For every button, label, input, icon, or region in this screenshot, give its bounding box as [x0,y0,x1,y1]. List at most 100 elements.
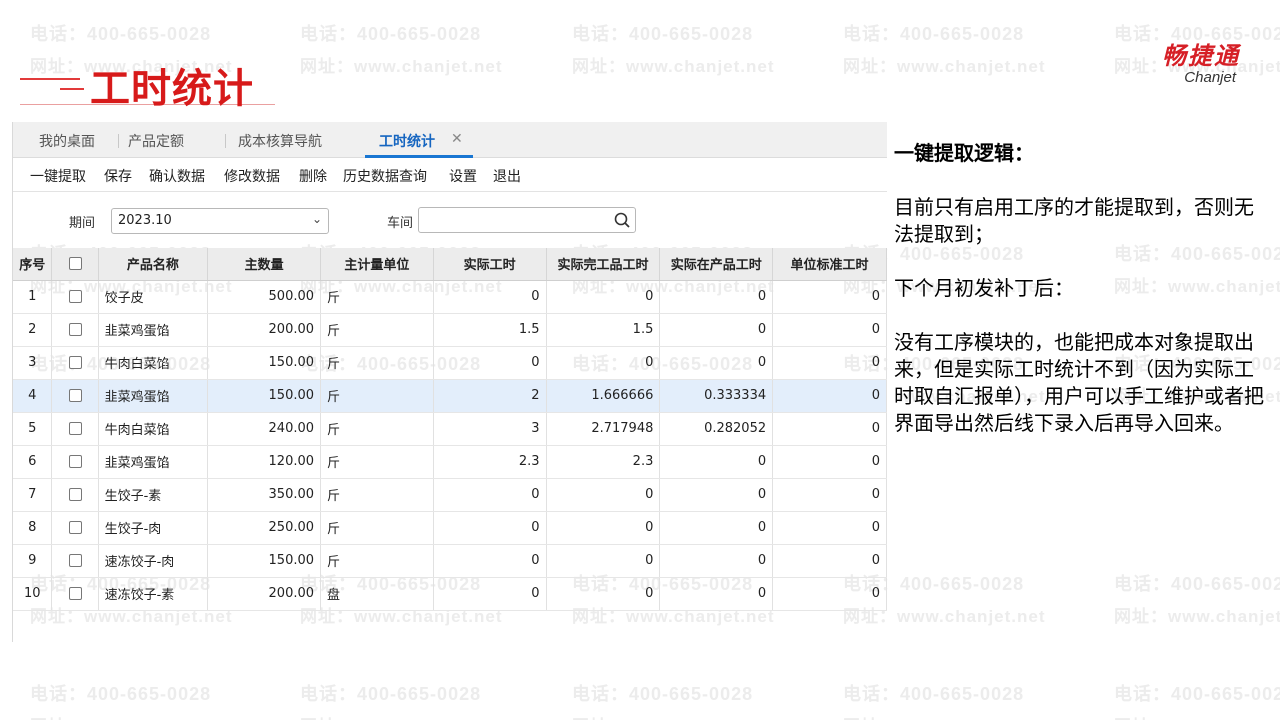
row-checkbox[interactable] [51,511,99,545]
table-cell: 斤 [320,412,434,446]
chanjet-logo: 畅捷通 Chanjet [1110,36,1240,86]
table-cell: 0 [659,544,774,578]
watermark-url: 网址：www.chanjet.net [843,712,1046,720]
table-cell: 0 [659,280,774,314]
confirm-data-button[interactable]: 确认数据 [149,166,205,186]
period-select[interactable]: 2023.10 ⌄ [111,208,329,234]
table-cell: 0 [546,544,661,578]
history-query-button[interactable]: 历史数据查询 [343,166,427,186]
watermark-url: 网址：www.chanjet.net [572,712,775,720]
select-all-checkbox[interactable] [51,248,99,281]
watermark-text: 电话：400-665-0028 网址：www.chanjet.net [300,680,503,720]
row-checkbox[interactable] [51,313,99,347]
table-cell: 0 [433,280,547,314]
watermark-url: 网址：www.chanjet.net [843,57,1046,76]
table-cell: 韭菜鸡蛋馅 [98,445,209,479]
table-cell: 0 [772,412,887,446]
exit-button[interactable]: 退出 [493,166,521,186]
table-cell: 9 [13,544,53,578]
table-cell: 0 [659,577,774,611]
table-cell: 10 [13,577,53,611]
table-row[interactable]: 3 牛肉白菜馅 150.00 斤 0 0 0 0 [13,346,887,380]
table-cell: 斤 [320,445,434,479]
table-cell: 1.5 [546,313,661,347]
table-cell: 200.00 [207,313,322,347]
table-cell: 0 [772,445,887,479]
header-deco-line [20,78,80,80]
modify-data-button[interactable]: 修改数据 [224,166,280,186]
row-checkbox[interactable] [51,544,99,578]
tab-cost-nav[interactable]: 成本核算导航 [238,131,322,151]
extract-button[interactable]: 一键提取 [30,166,86,186]
settings-button[interactable]: 设置 [449,166,477,186]
table-cell: 150.00 [207,379,322,413]
table-row[interactable]: 1 饺子皮 500.00 斤 0 0 0 0 [13,280,887,314]
table-row[interactable]: 8 生饺子-肉 250.00 斤 0 0 0 0 [13,511,887,545]
row-checkbox[interactable] [51,379,99,413]
search-icon[interactable] [613,211,631,233]
tab-labor-hours[interactable]: 工时统计 [379,131,435,151]
table-row[interactable]: 6 韭菜鸡蛋馅 120.00 斤 2.3 2.3 0 0 [13,445,887,479]
watermark-text: 电话：400-665-0028 网址：www.chanjet.net [30,680,233,720]
col-header: 实际在产品工时 [659,248,774,281]
watermark-phone: 电话：400-665-0028 [572,24,754,44]
row-checkbox[interactable] [51,412,99,446]
watermark-text: 电话：400-665-0028 网址：www.chanjet.net [300,20,503,77]
row-checkbox[interactable] [51,445,99,479]
table-cell: 200.00 [207,577,322,611]
col-header: 主计量单位 [320,248,434,281]
tab-desktop[interactable]: 我的桌面 [39,131,95,151]
row-checkbox[interactable] [51,280,99,314]
table-cell: 斤 [320,280,434,314]
watermark-phone: 电话：400-665-0028 [30,684,212,704]
table-cell: 0 [433,577,547,611]
table-cell: 6 [13,445,53,479]
table-cell: 7 [13,478,53,512]
table-cell: 斤 [320,346,434,380]
labor-hours-table: 序号 产品名称 主数量 主计量单位 实际工时 实际完工品工时 实际在产品工时 单… [13,248,887,611]
table-cell: 0 [433,346,547,380]
tab-product-quota[interactable]: 产品定额 [128,131,184,151]
watermark-url: 网址：www.chanjet.net [572,57,775,76]
table-cell: 0.333334 [659,379,774,413]
table-cell: 0 [772,346,887,380]
table-row[interactable]: 9 速冻饺子-肉 150.00 斤 0 0 0 0 [13,544,887,578]
watermark-text: 电话：400-665-0028 网址：www.chanjet.net [843,680,1046,720]
row-checkbox[interactable] [51,577,99,611]
close-icon[interactable]: ✕ [451,131,463,147]
table-cell: 0 [546,346,661,380]
notes-paragraph: 下个月初发补丁后： [894,276,1074,300]
table-cell: 斤 [320,313,434,347]
chevron-down-icon: ⌄ [311,212,322,226]
logo-cn: 畅捷通 [1162,42,1240,70]
table-cell: 韭菜鸡蛋馅 [98,379,209,413]
workshop-label: 车间 [387,216,414,231]
watermark-text: 电话：400-665-0028 网址：www.chanjet.net [572,680,775,720]
tab-separator [118,134,119,148]
workshop-input[interactable] [418,207,636,233]
table-cell: 3 [13,346,53,380]
table-cell: 2 [13,313,53,347]
table-cell: 4 [13,379,53,413]
watermark-text: 电话：400-665-0028 网址：www.chanjet.net [1114,680,1280,720]
table-cell: 0 [772,379,887,413]
table-row[interactable]: 10 速冻饺子-素 200.00 盘 0 0 0 0 [13,577,887,611]
table-cell: 生饺子-素 [98,478,209,512]
row-checkbox[interactable] [51,478,99,512]
table-row[interactable]: 2 韭菜鸡蛋馅 200.00 斤 1.5 1.5 0 0 [13,313,887,347]
row-checkbox[interactable] [51,346,99,380]
table-cell: 0 [659,478,774,512]
table-cell: 牛肉白菜馅 [98,346,209,380]
table-cell: 盘 [320,577,434,611]
table-cell: 150.00 [207,544,322,578]
watermark-url: 网址：www.chanjet.net [1114,607,1280,626]
table-cell: 0 [659,313,774,347]
app-window: 我的桌面 产品定额 成本核算导航 工时统计 ✕ 一键提取 保存 确认数据 修改数… [12,122,887,642]
save-button[interactable]: 保存 [104,166,132,186]
table-row[interactable]: 4 韭菜鸡蛋馅 150.00 斤 2 1.666666 0.333334 0 [13,379,887,413]
table-row[interactable]: 7 生饺子-素 350.00 斤 0 0 0 0 [13,478,887,512]
table-row[interactable]: 5 牛肉白菜馅 240.00 斤 3 2.717948 0.282052 0 [13,412,887,446]
table-cell: 0 [546,478,661,512]
delete-button[interactable]: 删除 [299,166,327,186]
watermark-phone: 电话：400-665-0028 [300,24,482,44]
